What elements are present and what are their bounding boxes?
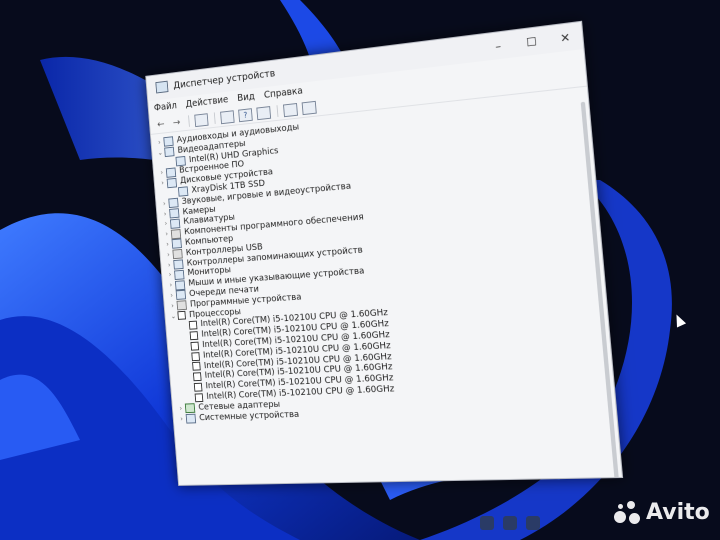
properties-icon[interactable]	[220, 109, 235, 124]
taskbar-app-icon[interactable]	[480, 516, 494, 530]
taskbar	[480, 516, 549, 530]
printer-icon	[175, 290, 187, 301]
speaker-icon	[168, 197, 179, 209]
photo-scene: Диспетчер устройств – ☐ ✕ Файл Действие …	[0, 0, 720, 540]
back-arrow-icon[interactable]: ←	[155, 118, 167, 130]
close-button[interactable]: ✕	[548, 29, 583, 47]
cpu-icon	[177, 311, 187, 321]
camera-icon	[169, 208, 180, 219]
action-pane-icon[interactable]	[256, 105, 272, 120]
software-icon	[176, 300, 187, 311]
monitor-icon	[174, 269, 185, 280]
cpu-icon	[190, 341, 200, 351]
taskbar-app-icon[interactable]	[526, 516, 540, 530]
avito-logo-icon	[614, 500, 642, 525]
computer-icon	[171, 238, 182, 250]
speaker-icon	[163, 136, 174, 148]
monitor-icon	[175, 155, 186, 167]
network-icon	[184, 403, 196, 414]
toolbar-separator	[213, 112, 216, 124]
cpu-icon	[189, 331, 199, 341]
menu-help[interactable]: Справка	[264, 86, 304, 101]
console-tree-icon[interactable]	[194, 112, 209, 127]
taskbar-app-icon[interactable]	[503, 516, 517, 530]
cpu-icon	[194, 393, 204, 403]
monitor-icon	[164, 146, 175, 158]
scan-hardware-icon[interactable]	[301, 100, 317, 115]
maximize-button[interactable]: ☐	[514, 33, 549, 51]
firmware-icon	[165, 167, 177, 178]
cpu-icon	[192, 372, 202, 382]
avito-wordmark: Avito	[646, 500, 710, 525]
forward-arrow-icon[interactable]: →	[171, 117, 183, 129]
toolbar-separator	[188, 115, 190, 127]
disk-icon	[166, 177, 178, 188]
print-icon[interactable]	[282, 102, 298, 117]
device-label: Системные устройства	[198, 409, 300, 423]
system-icon	[185, 413, 197, 424]
cpu-icon	[192, 362, 201, 372]
keyboard-icon	[169, 218, 181, 229]
storage-icon	[173, 259, 184, 270]
avito-watermark: Avito	[614, 500, 710, 525]
cpu-icon	[193, 382, 203, 392]
disk-icon	[177, 186, 189, 198]
usb-icon	[172, 249, 183, 260]
toolbar-separator	[276, 105, 279, 117]
device-manager-window[interactable]: Диспетчер устройств – ☐ ✕ Файл Действие …	[145, 20, 624, 486]
cpu-icon	[188, 320, 198, 330]
help-icon[interactable]: ?	[238, 107, 253, 122]
device-manager-icon	[155, 80, 169, 94]
software-icon	[170, 228, 182, 239]
menu-view[interactable]: Вид	[237, 91, 255, 104]
mouse-icon	[174, 279, 186, 291]
minimize-button[interactable]: –	[481, 37, 515, 54]
menu-file[interactable]: Файл	[154, 101, 178, 114]
device-tree: › Аудиовходы и аудиовыходы ⌄ Видеоадаптеры I…	[151, 87, 616, 425]
cpu-icon	[191, 351, 200, 361]
